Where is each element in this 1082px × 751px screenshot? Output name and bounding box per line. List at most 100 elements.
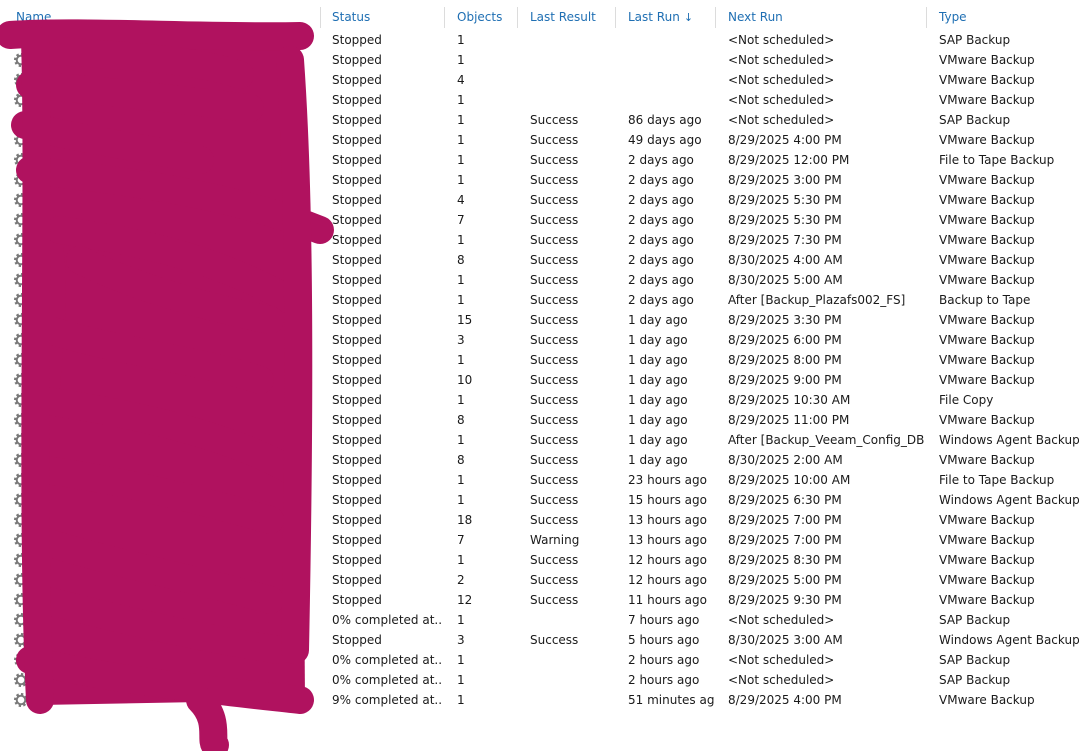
- table-row[interactable]: Stopped 1 Success 86 days ago <Not scheduled…: [0, 110, 1082, 130]
- cell-objects: 4: [457, 73, 465, 87]
- table-row[interactable]: Stopped 7 Warning 13 hours ago 8/29/2025 7:0…: [0, 530, 1082, 550]
- table-row[interactable]: Stopped 1 Success 1 day ago 8/29/2025 10:30 …: [0, 390, 1082, 410]
- table-row[interactable]: Stopped 8 Success 2 days ago 8/30/2025 4:00 …: [0, 250, 1082, 270]
- column-header-last-result[interactable]: Last Result: [530, 7, 596, 28]
- cell-objects: 1: [457, 153, 465, 167]
- cell-type: VMware Backup: [939, 53, 1035, 67]
- table-row[interactable]: Stopped 12 Success 11 hours ago 8/29/2025 9:…: [0, 590, 1082, 610]
- cell-last-result: [530, 50, 614, 70]
- column-header-next-run[interactable]: Next Run: [728, 7, 783, 28]
- table-row[interactable]: Stopped 1 Success 1 day ago 8/29/2025 8:00 P…: [0, 350, 1082, 370]
- column-divider[interactable]: [715, 7, 716, 28]
- cell-last-result: Success: [530, 193, 579, 207]
- table-row[interactable]: Stopped 8 Success 1 day ago 8/30/2025 2:00 A…: [0, 450, 1082, 470]
- cell-next-run: <Not scheduled>: [728, 673, 835, 687]
- table-row[interactable]: Stopped 1 <Not scheduled> VMware Backup: [0, 90, 1082, 110]
- job-rows: Stopped 1 <Not scheduled> SAP Backup Stopped…: [0, 30, 1082, 710]
- column-divider[interactable]: [615, 7, 616, 28]
- cell-next-run: 8/29/2025 7:00 PM: [728, 513, 842, 527]
- cell-objects: 3: [457, 333, 465, 347]
- cell-next-run: 8/29/2025 12:00 PM: [728, 153, 850, 167]
- table-row[interactable]: 9% completed at... 1 51 minutes ago 8/29/20…: [0, 690, 1082, 710]
- cell-type: VMware Backup: [939, 413, 1035, 427]
- cell-objects: 1: [457, 33, 465, 47]
- table-row[interactable]: Stopped 7 Success 2 days ago 8/29/2025 5:30 …: [0, 210, 1082, 230]
- cell-type: VMware Backup: [939, 73, 1035, 87]
- cell-status: Stopped: [332, 373, 382, 387]
- table-row[interactable]: Stopped 3 Success 1 day ago 8/29/2025 6:00 P…: [0, 330, 1082, 350]
- cell-next-run: 8/29/2025 8:00 PM: [728, 353, 842, 367]
- cell-last-result: Success: [530, 253, 579, 267]
- job-gear-icon: [14, 253, 28, 267]
- table-row[interactable]: 0% completed at... 1 2 hours ago <Not sched…: [0, 650, 1082, 670]
- table-row[interactable]: Stopped 4 Success 2 days ago 8/29/2025 5:30 …: [0, 190, 1082, 210]
- cell-type: SAP Backup: [939, 113, 1011, 127]
- cell-next-run: 8/29/2025 3:00 PM: [728, 173, 842, 187]
- column-divider[interactable]: [926, 7, 927, 28]
- table-row[interactable]: Stopped 1 Success 49 days ago 8/29/2025 4:00…: [0, 130, 1082, 150]
- cell-objects: 1: [457, 273, 465, 287]
- cell-status: Stopped: [332, 133, 382, 147]
- cell-last-result: Success: [530, 113, 579, 127]
- cell-next-run: 8/29/2025 6:30 PM: [728, 493, 842, 507]
- table-row[interactable]: Stopped 3 Success 5 hours ago 8/30/2025 3:00…: [0, 630, 1082, 650]
- cell-status: Stopped: [332, 313, 382, 327]
- cell-status: Stopped: [332, 153, 382, 167]
- cell-type: VMware Backup: [939, 173, 1035, 187]
- table-row[interactable]: Stopped 1 Success 2 days ago 8/30/2025 5:00 …: [0, 270, 1082, 290]
- column-divider[interactable]: [320, 7, 321, 28]
- cell-next-run: 8/29/2025 3:30 PM: [728, 313, 842, 327]
- column-header-name[interactable]: Name: [16, 7, 51, 28]
- cell-next-run: 8/30/2025 5:00 AM: [728, 273, 843, 287]
- cell-last-result: Success: [530, 293, 579, 307]
- cell-objects: 2: [457, 573, 465, 587]
- cell-last-run: 2 hours ago: [628, 673, 700, 687]
- table-row[interactable]: Stopped 1 Success 12 hours ago 8/29/2025 8:3…: [0, 550, 1082, 570]
- table-row[interactable]: Stopped 1 Success 2 days ago 8/29/2025 12:00…: [0, 150, 1082, 170]
- cell-status: Stopped: [332, 513, 382, 527]
- table-row[interactable]: Stopped 2 Success 12 hours ago 8/29/2025 5:0…: [0, 570, 1082, 590]
- table-row[interactable]: Stopped 1 Success 2 days ago 8/29/2025 7:30 …: [0, 230, 1082, 250]
- cell-type: Windows Agent Backup: [939, 433, 1079, 447]
- table-row[interactable]: Stopped 4 <Not scheduled> VMware Backup: [0, 70, 1082, 90]
- column-header-status[interactable]: Status: [332, 7, 370, 28]
- column-header-last-run[interactable]: Last Run ↓: [628, 7, 693, 28]
- cell-status: Stopped: [332, 73, 382, 87]
- table-row[interactable]: Stopped 10 Success 1 day ago 8/29/2025 9:00 …: [0, 370, 1082, 390]
- table-row[interactable]: Stopped 8 Success 1 day ago 8/29/2025 11:00 …: [0, 410, 1082, 430]
- table-row[interactable]: Stopped 1 Success 15 hours ago 8/29/2025 6:3…: [0, 490, 1082, 510]
- column-header-type[interactable]: Type: [939, 7, 967, 28]
- cell-next-run: 8/29/2025 11:00 PM: [728, 413, 850, 427]
- cell-objects: 18: [457, 513, 473, 527]
- cell-last-run: 5 hours ago: [628, 633, 700, 647]
- cell-last-result: Success: [530, 553, 579, 567]
- cell-type: VMware Backup: [939, 233, 1035, 247]
- table-row[interactable]: Stopped 1 Success 1 day ago After [Backup_Ve…: [0, 430, 1082, 450]
- cell-last-result: [530, 690, 614, 710]
- table-row[interactable]: Stopped 1 Success 23 hours ago 8/29/2025 10:…: [0, 470, 1082, 490]
- column-header-objects[interactable]: Objects: [457, 7, 502, 28]
- table-row[interactable]: 0% completed at... 1 2 hours ago <Not sched…: [0, 670, 1082, 690]
- column-divider[interactable]: [517, 7, 518, 28]
- column-divider[interactable]: [444, 7, 445, 28]
- job-gear-icon: [14, 93, 28, 107]
- cell-last-result: Success: [530, 513, 579, 527]
- table-row[interactable]: Stopped 1 Success 2 days ago After [Backup_P…: [0, 290, 1082, 310]
- cell-last-result: Warning: [530, 533, 580, 547]
- table-row[interactable]: Stopped 18 Success 13 hours ago 8/29/2025 7:…: [0, 510, 1082, 530]
- job-gear-icon: [14, 613, 28, 627]
- cell-type: VMware Backup: [939, 193, 1035, 207]
- table-row[interactable]: Stopped 1 Success 2 days ago 8/29/2025 3:00 …: [0, 170, 1082, 190]
- cell-next-run: 8/29/2025 4:00 PM: [728, 693, 842, 707]
- job-gear-icon: [14, 33, 28, 47]
- cell-last-run: 2 days ago: [628, 273, 694, 287]
- table-row[interactable]: Stopped 1 <Not scheduled> VMware Backup: [0, 50, 1082, 70]
- table-row[interactable]: Stopped 1 <Not scheduled> SAP Backup: [0, 30, 1082, 50]
- table-row[interactable]: Stopped 15 Success 1 day ago 8/29/2025 3:30 …: [0, 310, 1082, 330]
- job-gear-icon: [14, 393, 28, 407]
- cell-last-result: Success: [530, 373, 579, 387]
- table-row[interactable]: 0% completed at... 1 7 hours ago <Not sched…: [0, 610, 1082, 630]
- cell-last-result: Success: [530, 593, 579, 607]
- job-gear-icon: [14, 233, 28, 247]
- cell-type: Windows Agent Backup: [939, 493, 1079, 507]
